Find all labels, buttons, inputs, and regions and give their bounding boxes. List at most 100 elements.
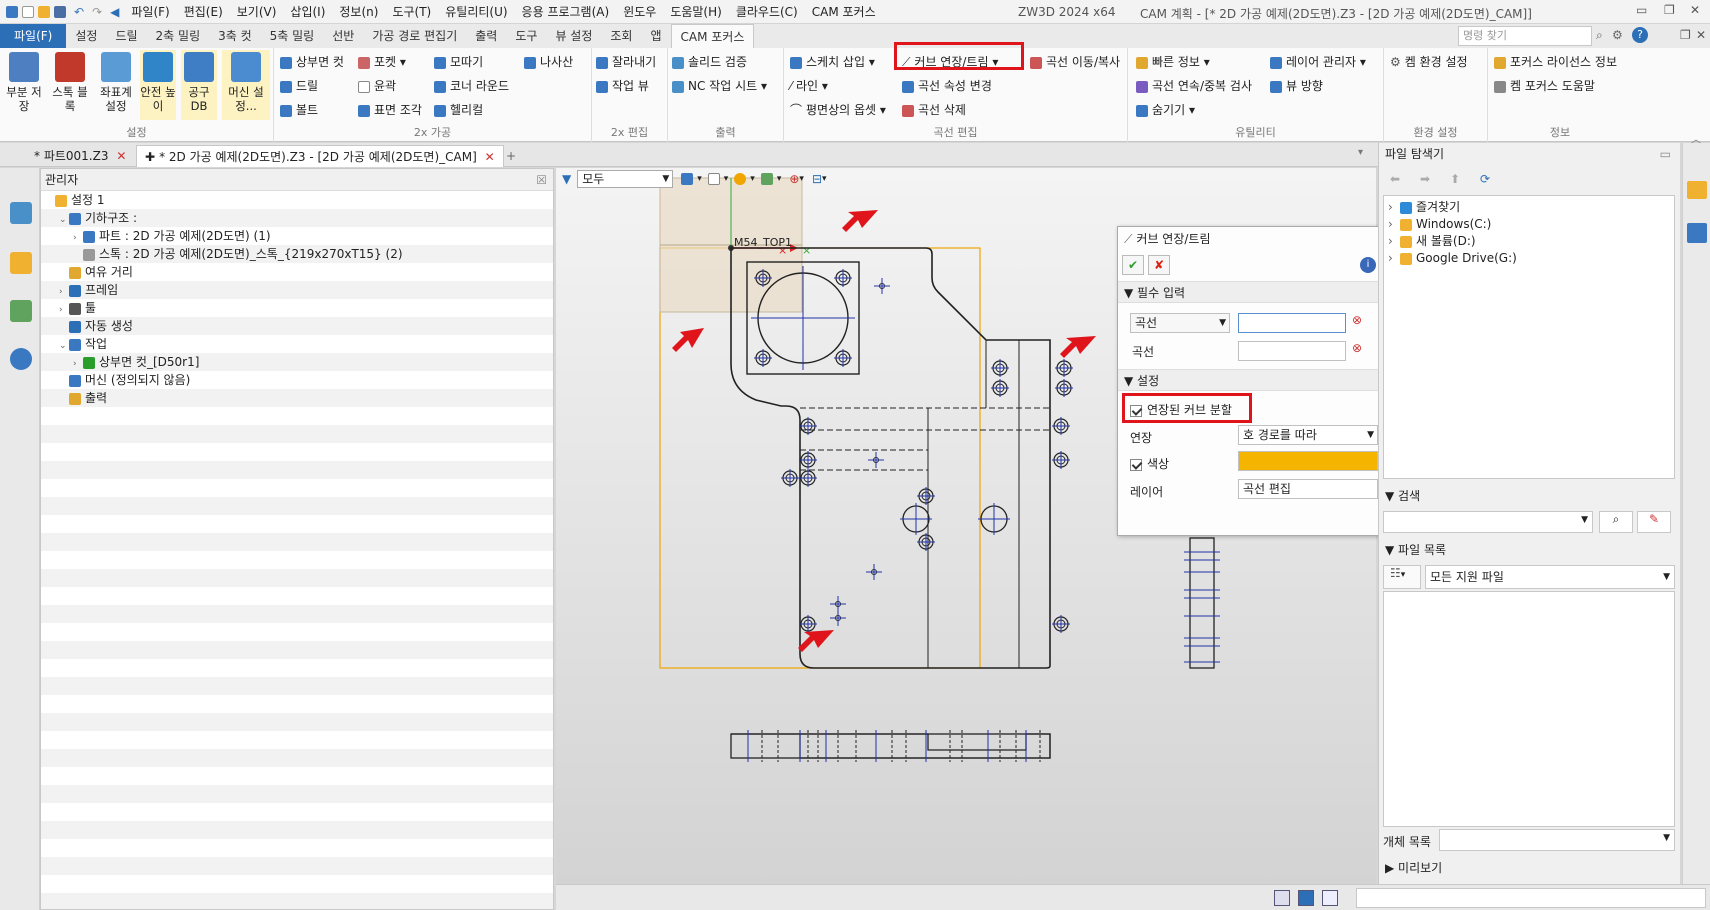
redo-icon[interactable]: ↷ bbox=[92, 5, 102, 19]
panel-close-icon[interactable]: ☒ bbox=[536, 169, 547, 191]
menu-item[interactable]: 삽입(I) bbox=[290, 3, 325, 20]
ok-check-icon[interactable]: ✔ bbox=[1122, 255, 1144, 275]
ribbon-tab[interactable]: 출력 bbox=[466, 24, 506, 48]
curve-input-2[interactable] bbox=[1238, 341, 1346, 361]
ribbon-close-icon[interactable]: ✕ bbox=[1696, 28, 1706, 42]
menu-item[interactable]: 윈도우 bbox=[623, 3, 656, 20]
tree-node[interactable]: 출력 bbox=[59, 389, 107, 407]
stock-block-button[interactable]: 스톡 블록 bbox=[52, 50, 88, 120]
undo-icon[interactable]: ↶ bbox=[74, 5, 84, 19]
menu-item[interactable]: CAM 포커스 bbox=[812, 3, 876, 20]
section-icon[interactable] bbox=[760, 173, 773, 185]
ribbon-tab[interactable]: 파일(F) bbox=[0, 24, 67, 48]
refresh-icon[interactable]: ⟳ bbox=[1473, 172, 1497, 186]
pick-curve-icon[interactable]: ⊗ bbox=[1352, 341, 1362, 355]
ribbon-tab[interactable]: 선반 bbox=[323, 24, 363, 48]
bolt-button[interactable]: 볼트 bbox=[280, 100, 318, 120]
tree-node[interactable]: › 파트 : 2D 가공 예제(2D도면) (1) bbox=[73, 227, 271, 245]
menu-item[interactable]: 도움말(H) bbox=[670, 3, 722, 20]
filter-select[interactable]: 모두 ▼ bbox=[577, 170, 674, 188]
view-cube-icon[interactable] bbox=[681, 173, 694, 185]
back-arrow-icon[interactable]: ⬅ bbox=[1383, 172, 1407, 186]
image-tab-icon[interactable] bbox=[10, 300, 32, 322]
file-filter-select[interactable]: 모든 지원 파일 ▼ bbox=[1425, 565, 1675, 589]
gear-icon[interactable]: ⚙ bbox=[1612, 28, 1623, 42]
quick-info-button[interactable]: 빠른 정보 ▾ bbox=[1136, 52, 1210, 72]
color-swatch[interactable] bbox=[1238, 451, 1378, 471]
ribbon-restore-icon[interactable]: ❐ bbox=[1680, 28, 1691, 42]
chevron-down-icon[interactable]: ▾ bbox=[777, 174, 782, 184]
face-cut-button[interactable]: 상부면 컷 bbox=[280, 52, 344, 72]
partial-save-button[interactable]: 부분 저장 bbox=[6, 50, 42, 120]
expander-icon[interactable]: › bbox=[1388, 215, 1400, 233]
layer-input[interactable]: 곡선 편집 bbox=[1238, 479, 1378, 499]
helical-button[interactable]: 헬리컬 bbox=[434, 100, 483, 120]
ribbon-tab[interactable]: 3축 컷 bbox=[209, 24, 261, 48]
folder-item[interactable]: › 즐겨찾기 bbox=[1388, 198, 1460, 216]
search-icon[interactable]: ⌕ bbox=[1596, 28, 1603, 43]
curve-delete-button[interactable]: 곡선 삭제 bbox=[902, 100, 966, 120]
tree-node[interactable]: ⌄ 작업 bbox=[59, 335, 107, 353]
help-icon[interactable]: ? bbox=[1632, 27, 1648, 43]
panel-float-icon[interactable]: ▭ bbox=[1660, 143, 1671, 165]
ribbon-tab[interactable]: CAM 포커스 bbox=[670, 24, 755, 48]
folder-item[interactable]: › 새 볼륨(D:) bbox=[1388, 232, 1476, 250]
display-icon[interactable] bbox=[1298, 890, 1314, 906]
manager-tab-icon[interactable] bbox=[10, 202, 32, 224]
view-mode-button[interactable]: ☷▾ bbox=[1383, 565, 1421, 589]
chevron-down-icon[interactable]: ▾ bbox=[822, 174, 827, 184]
folder-item[interactable]: › Google Drive(G:) bbox=[1388, 249, 1517, 267]
command-prompt-input[interactable] bbox=[1356, 888, 1706, 908]
folder-item[interactable]: › Windows(C:) bbox=[1388, 215, 1491, 233]
doc-tab-cam[interactable]: ✚ * 2D 가공 예제(2D도면).Z3 - [2D 가공 예제(2D도면)_C… bbox=[136, 145, 504, 167]
user-tab-icon[interactable] bbox=[10, 348, 32, 370]
ribbon-tab[interactable]: 앱 bbox=[641, 24, 670, 48]
insert-sketch-button[interactable]: 스케치 삽입 ▾ bbox=[790, 52, 875, 72]
ribbon-tab[interactable]: 설정 bbox=[66, 24, 106, 48]
chevron-down-icon[interactable]: ▾ bbox=[724, 174, 729, 184]
curve-input-1[interactable] bbox=[1238, 313, 1346, 333]
search-button[interactable]: ⌕ bbox=[1599, 511, 1633, 533]
file-list[interactable] bbox=[1383, 591, 1675, 827]
tree-node[interactable]: ⌄ 기하구조 : bbox=[59, 209, 137, 227]
expander-icon[interactable]: ⌄ bbox=[59, 337, 69, 355]
layer-manager-button[interactable]: 레이어 관리자 ▾ bbox=[1270, 52, 1366, 72]
save-icon[interactable] bbox=[54, 5, 66, 18]
safe-height-button[interactable]: 안전 높이 bbox=[140, 50, 176, 120]
pick-curve-icon[interactable]: ⊗ bbox=[1352, 313, 1362, 327]
ribbon-tab[interactable]: 도구 bbox=[506, 24, 546, 48]
doc-tab-part001[interactable]: * 파트001.Z3 ✕ bbox=[26, 145, 134, 167]
thread-button[interactable]: 나사산 bbox=[524, 52, 573, 72]
menu-item[interactable]: 응용 프로그램(A) bbox=[522, 3, 610, 20]
work-view-button[interactable]: 작업 뷰 bbox=[596, 76, 649, 96]
menu-item[interactable]: 보기(V) bbox=[237, 3, 277, 20]
settings-section[interactable]: ▼ 설정 bbox=[1118, 369, 1395, 391]
preview-header[interactable]: ▶ 미리보기 bbox=[1379, 857, 1442, 879]
pocket-button[interactable]: 포켓 ▾ bbox=[358, 52, 406, 72]
tree-node[interactable]: 설정 1 bbox=[45, 191, 105, 209]
wireframe-icon[interactable] bbox=[707, 173, 720, 185]
object-list-select[interactable]: ▼ bbox=[1439, 829, 1675, 851]
corner-round-button[interactable]: 코너 라운드 bbox=[434, 76, 509, 96]
ribbon-tab[interactable]: 뷰 설정 bbox=[546, 24, 601, 48]
hide-button[interactable]: 숨기기 ▾ bbox=[1136, 100, 1195, 120]
tree-node[interactable]: › 툴 bbox=[59, 299, 96, 317]
solid-verify-button[interactable]: 솔리드 검증 bbox=[672, 52, 747, 72]
curve-check-button[interactable]: 곡선 연속/중복 검사 bbox=[1136, 76, 1252, 96]
nc-sheet-button[interactable]: NC 작업 시트 ▾ bbox=[672, 76, 767, 96]
curve-attr-button[interactable]: 곡선 속성 변경 bbox=[902, 76, 992, 96]
tree-node[interactable]: › 상부면 컷_[D50r1] bbox=[73, 353, 199, 371]
chevron-down-icon[interactable]: ▾ bbox=[697, 174, 702, 184]
clear-search-button[interactable]: ✎ bbox=[1637, 511, 1671, 533]
close-icon[interactable]: ✕ bbox=[1690, 3, 1700, 17]
menu-item[interactable]: 클라우드(C) bbox=[736, 3, 798, 20]
filter-icon[interactable]: ▼ bbox=[562, 172, 571, 186]
ribbon-tab[interactable]: 조회 bbox=[601, 24, 641, 48]
color-checkbox[interactable]: 색상 bbox=[1130, 455, 1169, 472]
extend-select[interactable]: 호 경로를 따라 ▼ bbox=[1238, 425, 1378, 445]
open-folder-icon[interactable] bbox=[38, 5, 50, 18]
license-info-button[interactable]: 포커스 라이선스 정보 bbox=[1494, 52, 1617, 72]
menu-item[interactable]: 유틸리티(U) bbox=[445, 3, 507, 20]
expander-icon[interactable]: › bbox=[1388, 232, 1400, 250]
cancel-x-icon[interactable]: ✘ bbox=[1148, 255, 1170, 275]
